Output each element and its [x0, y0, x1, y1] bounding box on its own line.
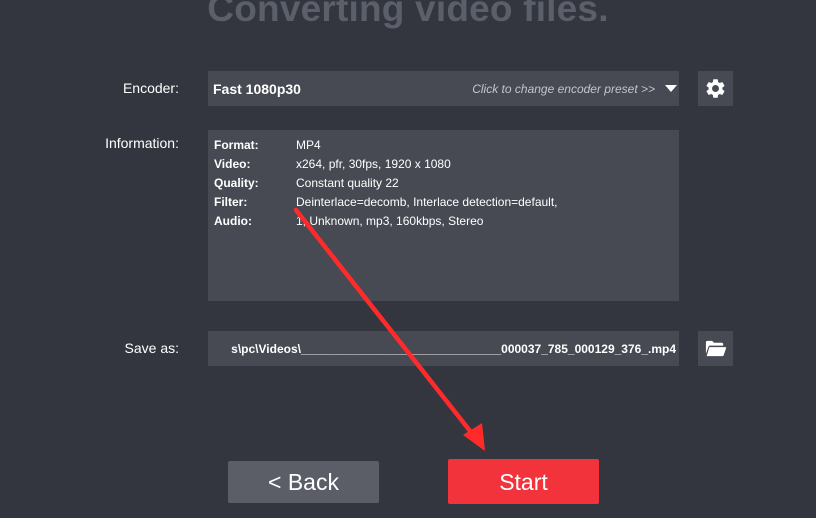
browse-folder-button[interactable] — [698, 331, 733, 366]
encoder-settings-button[interactable] — [698, 71, 733, 106]
info-value: Deinterlace=decomb, Interlace detection=… — [296, 195, 558, 209]
encoder-preset-hint: Click to change encoder preset >> — [472, 82, 655, 96]
info-key: Video: — [214, 157, 251, 171]
info-key: Filter: — [214, 195, 248, 209]
page-title: Converting video files. — [207, 0, 609, 29]
back-button[interactable]: < Back — [228, 461, 379, 503]
save-as-path-value: s\pc\Videos\____________________________… — [231, 342, 676, 356]
info-value: Constant quality 22 — [296, 176, 399, 190]
folder-open-icon — [705, 340, 727, 357]
encoder-preset-dropdown[interactable]: Fast 1080p30 Click to change encoder pre… — [208, 71, 679, 106]
info-key: Audio: — [214, 214, 252, 228]
info-key: Quality: — [214, 176, 259, 190]
information-panel: Format: MP4 Video: x264, pfr, 30fps, 192… — [208, 130, 679, 301]
info-value: 1, Unknown, mp3, 160kbps, Stereo — [296, 214, 484, 228]
save-as-path-field[interactable]: s\pc\Videos\____________________________… — [208, 331, 679, 366]
info-key: Format: — [214, 138, 259, 152]
information-label: Information: — [105, 135, 179, 151]
annotation-arrow-head — [463, 423, 485, 451]
gear-icon — [706, 79, 725, 98]
start-button[interactable]: Start — [448, 459, 599, 504]
encoder-preset-value: Fast 1080p30 — [213, 81, 301, 97]
encoder-label: Encoder: — [122, 80, 179, 96]
save-as-label: Save as: — [124, 340, 179, 356]
chevron-down-icon[interactable] — [665, 85, 677, 92]
info-value: x264, pfr, 30fps, 1920 x 1080 — [296, 157, 451, 171]
info-value: MP4 — [296, 138, 321, 152]
